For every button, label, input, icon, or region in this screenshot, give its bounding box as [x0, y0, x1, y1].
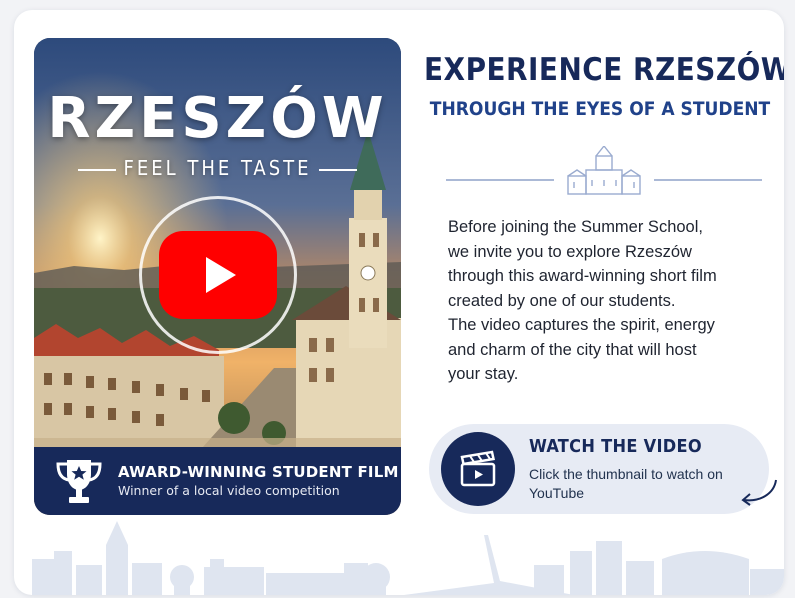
trophy-icon [56, 460, 102, 503]
description-line: created by one of our students. [448, 291, 676, 310]
cta-icon-circle [441, 432, 515, 506]
city-skyline [32, 521, 784, 595]
clapperboard-icon [460, 450, 496, 487]
page-title: EXPERIENCE RZESZÓW [424, 52, 784, 88]
town-hall-divider [446, 146, 762, 195]
video-thumbnail[interactable]: RZESZÓW FEEL THE TASTE AWARD-WINNING STU… [34, 38, 401, 515]
description-line: through this award-winning short film [448, 267, 717, 285]
award-subtitle: Winner of a local video competition [118, 483, 340, 498]
page-subtitle: THROUGH THE EYES OF A STUDENT [429, 98, 771, 120]
youtube-play-icon[interactable] [159, 231, 277, 319]
award-banner: AWARD-WINNING STUDENT FILM Winner of a l… [34, 447, 401, 515]
town-hall-icon [567, 146, 641, 195]
description-line: and charm of the city that will host [448, 340, 697, 359]
tagline-rule-right [319, 168, 358, 171]
award-text: AWARD-WINNING STUDENT FILM Winner of a l… [118, 462, 399, 500]
cta-title: WATCH THE VIDEO [529, 436, 702, 457]
watch-video-button[interactable]: WATCH THE VIDEO Click the thumbnail to w… [429, 424, 769, 514]
tagline-text: FEEL THE TASTE [123, 156, 312, 180]
promo-card: RZESZÓW FEEL THE TASTE AWARD-WINNING STU… [14, 10, 784, 595]
tagline-rule-left [77, 168, 116, 171]
cta-subtitle: Click the thumbnail to watch on YouTube [529, 466, 723, 501]
thumbnail-title: RZESZÓW [47, 86, 388, 151]
thumbnail-tagline: FEEL THE TASTE [34, 156, 401, 180]
description-line: The video captures the spirit, energy [448, 316, 715, 334]
description: Before joining the Summer School, we inv… [448, 215, 768, 387]
curved-arrow-icon [741, 479, 777, 506]
description-line: we invite you to explore Rzeszów [448, 242, 692, 261]
award-title: AWARD-WINNING STUDENT FILM [118, 463, 399, 481]
description-line: Before joining the Summer School, [448, 218, 703, 236]
description-line: your stay. [448, 365, 519, 383]
